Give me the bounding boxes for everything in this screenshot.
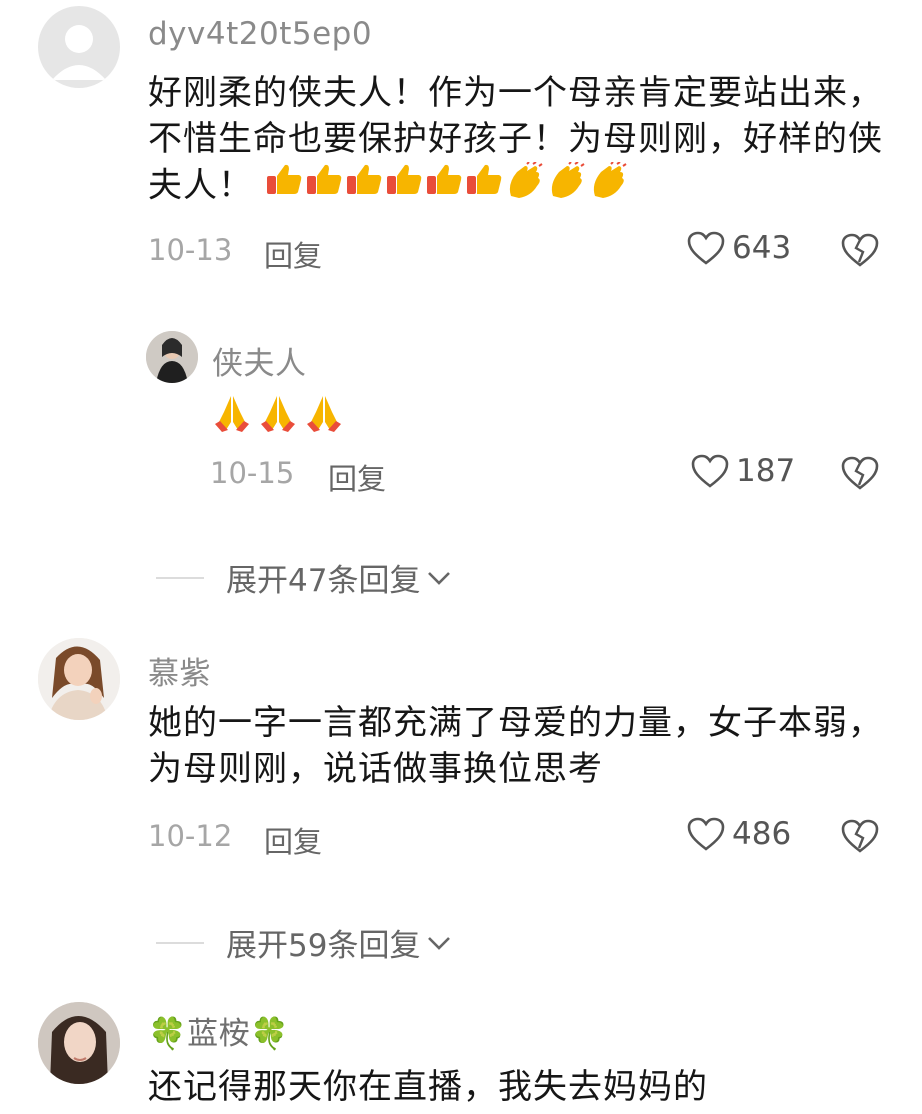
chevron-down-icon	[426, 933, 452, 953]
expand-replies-label: 展开47条回复	[226, 563, 421, 599]
avatar-default[interactable]	[38, 6, 120, 88]
thumbs-up-icon	[265, 162, 303, 212]
thumbs-up-icon	[305, 162, 343, 212]
reply-button[interactable]: 回复	[264, 233, 322, 275]
thumbs-up-icon	[465, 162, 503, 212]
folded-hands-icon	[258, 392, 298, 436]
expand-replies-button[interactable]: 展开59条回复	[156, 920, 452, 965]
heart-icon	[686, 230, 726, 266]
reply-button[interactable]: 回复	[264, 819, 322, 861]
comment-username[interactable]: dyv4t20t5ep0	[148, 16, 372, 52]
dislike-broken-heart-icon[interactable]	[840, 818, 880, 854]
avatar-user-2[interactable]	[38, 638, 120, 720]
reply-username[interactable]: 侠夫人	[212, 338, 307, 383]
comment-text: 她的一字一言都充满了母爱的力量，女子本弱，为母则刚，说话做事换位思考	[148, 703, 883, 789]
thumbs-up-icon	[345, 162, 383, 212]
dislike-broken-heart-icon[interactable]	[840, 455, 880, 491]
reply-like-button[interactable]: 187	[690, 453, 795, 489]
like-count: 643	[732, 230, 792, 266]
default-user-icon	[52, 25, 106, 80]
like-count: 187	[736, 453, 796, 489]
expand-replies-button[interactable]: 展开47条回复	[156, 555, 452, 600]
like-button[interactable]: 643	[686, 230, 791, 266]
folded-hands-icon	[212, 392, 252, 436]
clapping-hands-icon	[505, 161, 545, 212]
comment-username[interactable]: 慕紫	[148, 648, 211, 693]
avatar-user-3[interactable]	[38, 1002, 120, 1084]
reply-reply-button[interactable]: 回复	[328, 456, 386, 498]
user-photo-icon	[146, 331, 198, 383]
heart-icon	[690, 453, 730, 489]
comment-text: 好刚柔的侠夫人！作为一个母亲肯定要站出来，不惜生命也要保护好孩子！为母则刚，好样…	[148, 70, 888, 212]
clapping-hands-icon	[589, 161, 629, 212]
expand-replies-label: 展开59条回复	[226, 928, 421, 964]
like-count: 486	[732, 816, 792, 852]
divider-line	[156, 941, 204, 944]
user-photo-icon	[38, 1002, 120, 1084]
comment-date: 10-12	[148, 819, 233, 853]
comment-text: 还记得那天你在直播，我失去妈妈的	[148, 1067, 708, 1107]
user-photo-icon	[38, 638, 120, 720]
emoji-group	[265, 161, 629, 212]
heart-icon	[686, 816, 726, 852]
reply-date: 10-15	[210, 456, 295, 490]
dislike-broken-heart-icon[interactable]	[840, 232, 880, 268]
comment-username[interactable]: 🍀蓝桉🍀	[148, 1008, 289, 1053]
folded-hands-icon	[304, 392, 344, 436]
like-button[interactable]: 486	[686, 816, 791, 852]
thumbs-up-icon	[425, 162, 463, 212]
avatar-reply-user[interactable]	[146, 331, 198, 383]
thumbs-up-icon	[385, 162, 423, 212]
comment-date: 10-13	[148, 233, 233, 267]
chevron-down-icon	[426, 568, 452, 588]
clapping-hands-icon	[547, 161, 587, 212]
divider-line	[156, 576, 204, 579]
reply-emoji-group	[212, 392, 344, 436]
